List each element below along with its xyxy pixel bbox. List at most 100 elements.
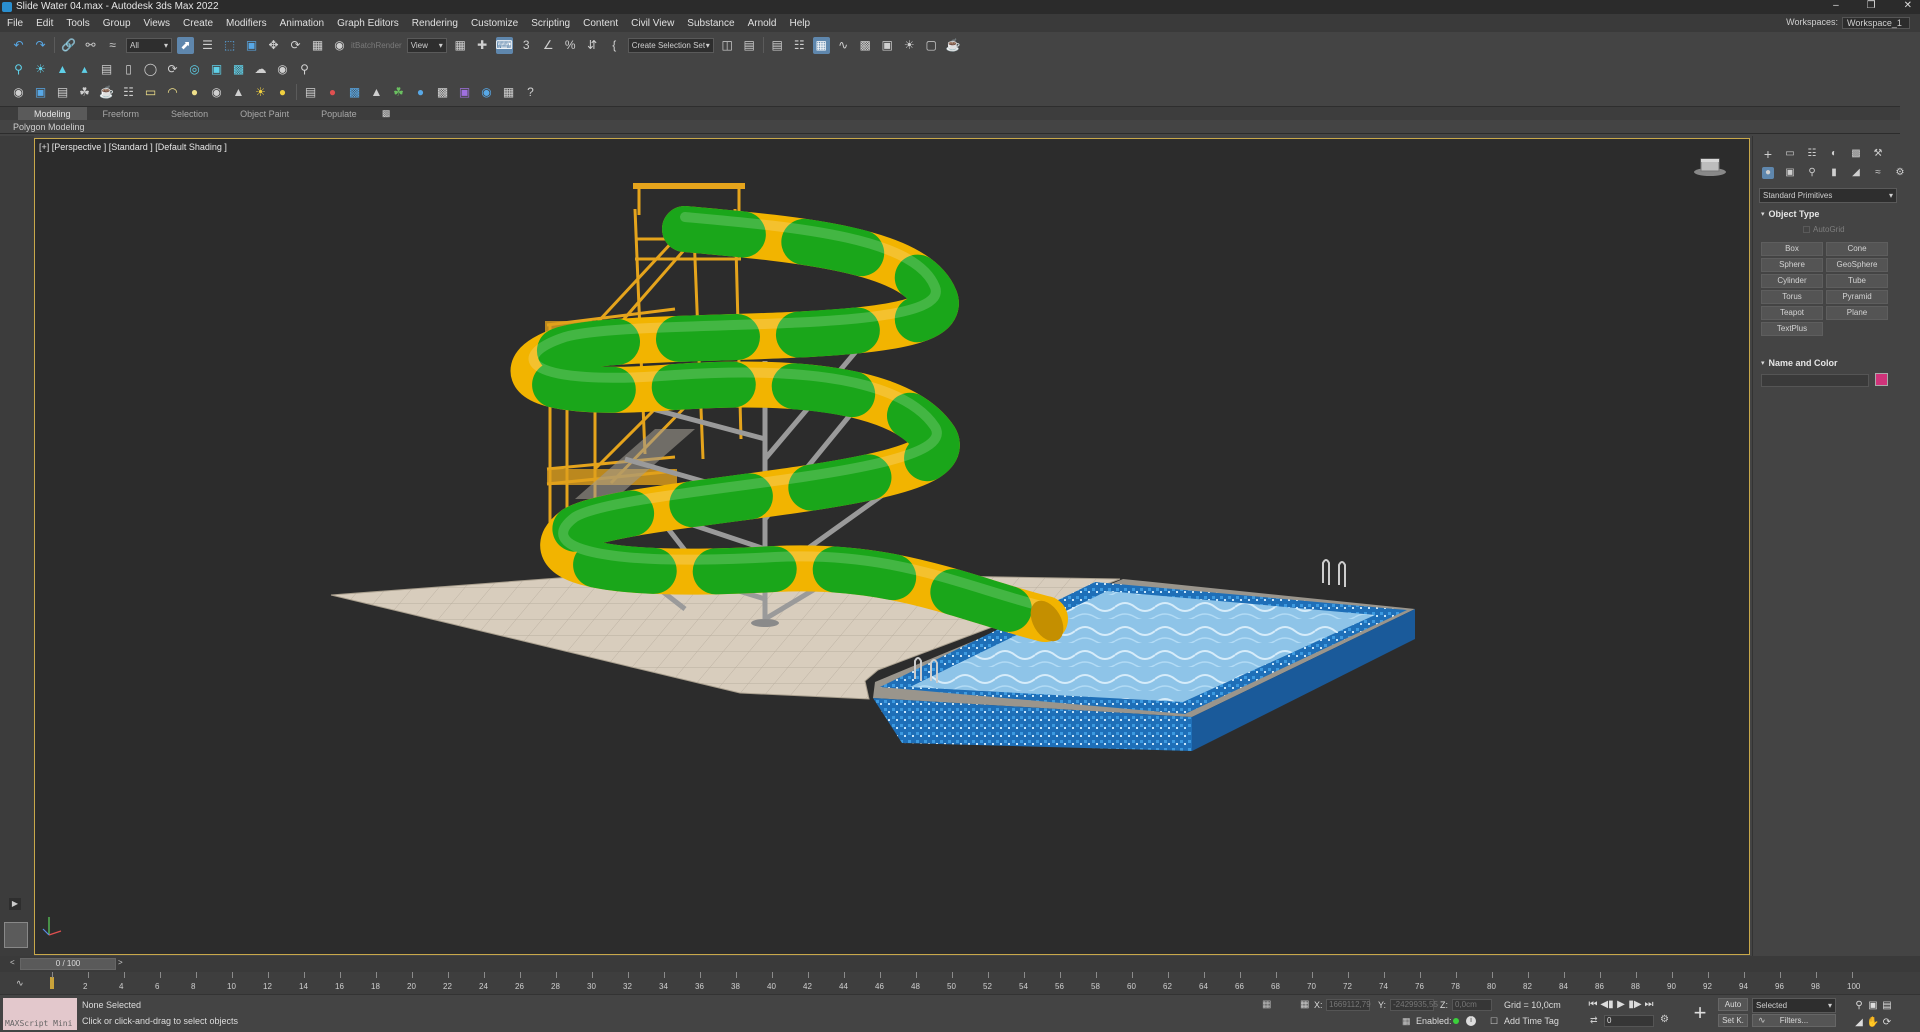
volume-icon[interactable]: ▤ bbox=[302, 84, 319, 101]
spot-light-icon[interactable]: ▲ bbox=[230, 84, 247, 101]
tab-object-paint[interactable]: Object Paint bbox=[224, 107, 305, 121]
tab-selection[interactable]: Selection bbox=[155, 107, 224, 121]
geometry-icon[interactable]: ● bbox=[1762, 167, 1774, 179]
book-icon[interactable]: ▤ bbox=[98, 61, 115, 78]
operator-icon[interactable]: ● bbox=[324, 84, 341, 101]
window-crossing-icon[interactable]: ▣ bbox=[243, 37, 260, 54]
tab-freeform[interactable]: Freeform bbox=[87, 107, 156, 121]
restore-button[interactable]: ❐ bbox=[1867, 0, 1876, 11]
bind-space-warp-icon[interactable]: ≈ bbox=[104, 37, 121, 54]
place-icon[interactable]: ◉ bbox=[331, 37, 348, 54]
minimize-button[interactable]: – bbox=[1833, 0, 1839, 11]
close-button[interactable]: ✕ bbox=[1904, 0, 1912, 11]
monitor-icon[interactable]: ▤ bbox=[54, 84, 71, 101]
object-name-field[interactable] bbox=[1761, 374, 1869, 387]
menu-create[interactable]: Create bbox=[183, 18, 213, 29]
time-slider-thumb[interactable]: 0 / 100 bbox=[20, 958, 116, 970]
disc-light-icon[interactable]: ◉ bbox=[208, 84, 225, 101]
menu-help[interactable]: Help bbox=[789, 18, 810, 29]
key-mode-icon[interactable]: ⇄ bbox=[1590, 1015, 1598, 1026]
select-scale-icon[interactable]: ▦ bbox=[309, 37, 326, 54]
enabled-indicator-icon[interactable] bbox=[1453, 1018, 1459, 1024]
rectangular-selection-icon[interactable]: ⬚ bbox=[221, 37, 238, 54]
percent-snap-icon[interactable]: % bbox=[562, 37, 579, 54]
select-manipulate-icon[interactable]: ✚ bbox=[474, 37, 491, 54]
expand-arrow-icon[interactable]: ▶ bbox=[9, 898, 21, 910]
menu-arnold[interactable]: Arnold bbox=[748, 18, 777, 29]
settings-icon[interactable]: ▦ bbox=[500, 84, 517, 101]
zoom-all-icon[interactable]: ▣ bbox=[1866, 998, 1880, 1012]
menu-civil-view[interactable]: Civil View bbox=[631, 18, 674, 29]
sphere-button[interactable]: Sphere bbox=[1761, 258, 1823, 272]
set-key-button[interactable]: Set K. bbox=[1718, 1014, 1748, 1027]
light-mixer-icon[interactable]: ◉ bbox=[478, 84, 495, 101]
layer-explorer-icon[interactable]: ☷ bbox=[791, 37, 808, 54]
viewport-label[interactable]: [+] [Perspective ] [Standard ] [Default … bbox=[39, 142, 227, 152]
tab-modeling[interactable]: Modeling bbox=[18, 106, 87, 121]
menu-content[interactable]: Content bbox=[583, 18, 618, 29]
snaps-toggle-icon[interactable]: 3 bbox=[518, 37, 535, 54]
menu-substance[interactable]: Substance bbox=[687, 18, 734, 29]
eye-icon[interactable]: ◉ bbox=[274, 61, 291, 78]
utilities-tab-icon[interactable]: ⚒ bbox=[1872, 148, 1884, 160]
lights-category-icon[interactable]: ⚲ bbox=[1806, 167, 1818, 179]
cylinder-button[interactable]: Cylinder bbox=[1761, 274, 1823, 288]
sun-light-icon[interactable]: ☀ bbox=[252, 84, 269, 101]
render-setup-icon[interactable]: ☀ bbox=[901, 37, 918, 54]
scatter-icon[interactable]: ▲ bbox=[368, 84, 385, 101]
purple-icon[interactable]: ▣ bbox=[456, 84, 473, 101]
box-button[interactable]: Box bbox=[1761, 242, 1823, 256]
tab-populate[interactable]: Populate bbox=[305, 107, 373, 121]
x-coordinate-field[interactable]: 1669112,79 bbox=[1326, 999, 1371, 1011]
toggle-ribbon-icon[interactable]: ▦ bbox=[812, 36, 830, 54]
create-tab-icon[interactable]: + bbox=[1762, 147, 1774, 161]
motion-tab-icon[interactable]: ◐ bbox=[1828, 148, 1840, 160]
z-coordinate-field[interactable]: 0,0cm bbox=[1452, 999, 1492, 1011]
menu-modifiers[interactable]: Modifiers bbox=[226, 18, 267, 29]
prev-frame-icon[interactable]: < bbox=[10, 958, 15, 967]
redo-icon[interactable]: ↷ bbox=[32, 37, 49, 54]
name-color-rollout-header[interactable]: ▾ Name and Color bbox=[1761, 358, 1838, 368]
cloud-icon[interactable]: ☁ bbox=[252, 61, 269, 78]
perspective-viewport[interactable]: [+] [Perspective ] [Standard ] [Default … bbox=[34, 138, 1750, 955]
pyramid-button[interactable]: Pyramid bbox=[1826, 290, 1888, 304]
door-icon[interactable]: ▯ bbox=[120, 61, 137, 78]
select-object-icon[interactable]: ⬈ bbox=[177, 36, 194, 54]
add-time-tag-button[interactable]: Add Time Tag bbox=[1504, 1016, 1559, 1026]
forest-icon[interactable]: ▴ bbox=[76, 61, 93, 78]
mirror-icon[interactable]: ◫ bbox=[719, 37, 736, 54]
lights-icon[interactable]: ☷ bbox=[120, 84, 137, 101]
unlink-icon[interactable]: ⚯ bbox=[82, 37, 99, 54]
viewcube-icon[interactable] bbox=[1693, 155, 1727, 180]
skydome-light-icon[interactable]: ◠ bbox=[164, 84, 181, 101]
absolute-mode-icon[interactable]: ▦ bbox=[1300, 999, 1309, 1010]
isolate-selection-icon[interactable]: ▦ bbox=[1262, 999, 1271, 1010]
modify-tab-icon[interactable]: ▭ bbox=[1784, 148, 1796, 160]
maxscript-listener[interactable]: MAXScript Mini bbox=[3, 998, 77, 1030]
menu-group[interactable]: Group bbox=[103, 18, 131, 29]
menu-rendering[interactable]: Rendering bbox=[412, 18, 458, 29]
procedural-icon[interactable]: ▩ bbox=[346, 84, 363, 101]
refresh-icon[interactable]: ⟳ bbox=[164, 61, 181, 78]
autogrid-checkbox[interactable]: AutoGrid bbox=[1803, 225, 1845, 234]
edit-named-selection-icon[interactable]: { bbox=[606, 37, 623, 54]
keyboard-shortcut-override-icon[interactable]: ⌨ bbox=[496, 36, 513, 54]
primitive-type-dropdown[interactable]: Standard Primitives ▾ bbox=[1759, 188, 1897, 203]
alembic-icon[interactable]: ☘ bbox=[390, 84, 407, 101]
time-tag-icon[interactable]: i bbox=[1466, 1016, 1476, 1026]
material-editor-icon[interactable]: ▣ bbox=[879, 37, 896, 54]
scene-explorer-icon[interactable]: ▤ bbox=[769, 37, 786, 54]
dragon-icon[interactable]: ☘ bbox=[76, 84, 93, 101]
curve-editor-icon[interactable]: ∿ bbox=[835, 37, 852, 54]
pin-icon[interactable]: ⚲ bbox=[10, 61, 27, 78]
zoom-icon[interactable]: ⚲ bbox=[1852, 998, 1866, 1012]
torus-button[interactable]: Torus bbox=[1761, 290, 1823, 304]
space-warps-icon[interactable]: ≈ bbox=[1872, 167, 1884, 179]
go-to-end-icon[interactable]: ⏭ bbox=[1642, 997, 1656, 1011]
previous-key-icon[interactable]: ◀▮ bbox=[1600, 997, 1614, 1011]
zoom-extents-icon[interactable]: ▤ bbox=[1880, 998, 1894, 1012]
tube-button[interactable]: Tube bbox=[1826, 274, 1888, 288]
object-color-swatch[interactable] bbox=[1875, 373, 1888, 386]
current-frame-field[interactable]: 0 bbox=[1604, 1015, 1654, 1027]
help-icon[interactable]: ? bbox=[522, 84, 539, 101]
